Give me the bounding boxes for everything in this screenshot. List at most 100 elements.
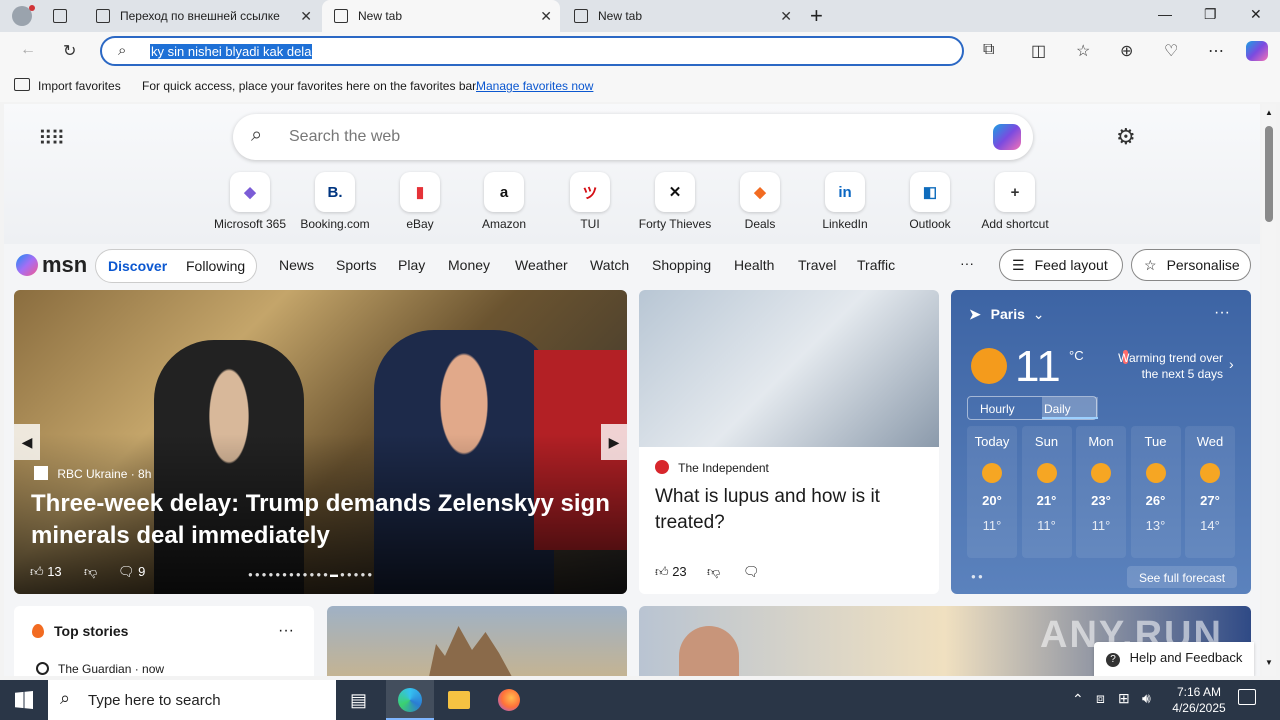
weather-card[interactable]: ➤ Paris ⌄ ··· 11 °C Warming trend over t… <box>951 290 1251 594</box>
forecast-day[interactable]: Tue 26° 13° <box>1130 426 1181 558</box>
forecast-day[interactable]: Today 20° 11° <box>967 426 1017 558</box>
minimize-button[interactable]: — <box>1158 6 1172 22</box>
forecast-day[interactable]: Mon 23° 11° <box>1076 426 1126 558</box>
tray-chevron-icon[interactable]: ⌃ <box>1072 691 1084 708</box>
lupus-headline[interactable]: What is lupus and how is it treated? <box>655 484 925 536</box>
tab-discover[interactable]: Discover <box>108 258 167 274</box>
scroll-down-icon[interactable]: ▼ <box>1265 658 1273 667</box>
wifi-icon[interactable]: ⊞ <box>1118 690 1130 707</box>
hero-headline[interactable]: Three-week delay: Trump demands Zelensky… <box>31 488 611 552</box>
nav-weather[interactable]: Weather <box>515 257 568 273</box>
tab-external-link[interactable]: Переход по внешней ссылке ✕ <box>84 0 320 32</box>
performance-icon[interactable]: ♡ <box>1164 41 1178 61</box>
shortcut-6[interactable]: ◆ Deals <box>718 172 802 231</box>
shortcut-3[interactable]: a Amazon <box>462 172 546 231</box>
msn-logo[interactable]: msn <box>16 252 87 278</box>
address-bar[interactable]: ⌕ ky sin nishei blyadi kak dela <box>100 36 964 66</box>
see-full-forecast-button[interactable]: See full forecast <box>1127 566 1238 588</box>
prev-slide-button[interactable]: ◀ <box>14 424 40 460</box>
feed-layout-button[interactable]: ☰ Feed layout <box>999 249 1123 281</box>
close-window-button[interactable]: ✕ <box>1250 6 1262 23</box>
nav-shopping[interactable]: Shopping <box>652 257 711 273</box>
weather-more-icon[interactable]: ··· <box>1214 304 1230 322</box>
back-arrow-icon[interactable]: ← <box>20 41 36 59</box>
settings-gear-icon[interactable]: ⚙ <box>1116 124 1136 150</box>
top-stories-card[interactable]: Top stories ··· The Guardian · now <box>14 606 314 676</box>
import-favorites-button[interactable]: Import favorites <box>38 79 121 93</box>
close-tab-icon[interactable]: ✕ <box>780 8 792 25</box>
news-card-lupus[interactable]: The Independent What is lupus and how is… <box>639 290 939 594</box>
copilot-search-icon[interactable] <box>993 124 1021 150</box>
edge-taskbar-icon[interactable] <box>386 680 434 720</box>
taskbar-search[interactable]: ⌕ Type here to search <box>48 680 336 720</box>
nav-watch[interactable]: Watch <box>590 257 629 273</box>
taskbar-search-input[interactable]: Type here to search <box>88 692 221 709</box>
web-search-box[interactable]: ⌕ Search the web <box>233 114 1033 160</box>
tab-actions-icon[interactable] <box>53 9 67 23</box>
nav-health[interactable]: Health <box>734 257 774 273</box>
forecast-day[interactable]: Sun 21° 11° <box>1021 426 1072 558</box>
nav-money[interactable]: Money <box>448 257 490 273</box>
nav-sports[interactable]: Sports <box>336 257 376 273</box>
hero-news-card[interactable]: ◀ ▶ RBC Ukraine · 8h Three-week delay: T… <box>14 290 627 594</box>
personalise-button[interactable]: ☆ Personalise <box>1131 249 1251 281</box>
scroll-thumb[interactable] <box>1265 126 1273 222</box>
more-categories-icon[interactable]: ··· <box>960 255 974 271</box>
comments-button[interactable]: 🗨︎ <box>743 564 760 580</box>
news-card-castle[interactable] <box>327 606 627 676</box>
comments-button[interactable]: 🗨︎ 9 <box>118 564 145 580</box>
app-launcher-icon[interactable]: ⠿⠿ <box>38 126 65 151</box>
search-input[interactable]: Search the web <box>289 128 400 146</box>
favorites-star-icon[interactable]: ☆ <box>1076 41 1090 61</box>
shortcut-1[interactable]: B. Booking.com <box>293 172 377 231</box>
scroll-up-icon[interactable]: ▲ <box>1265 108 1273 117</box>
nav-play[interactable]: Play <box>398 257 425 273</box>
tab-new-tab[interactable]: New tab ✕ <box>562 0 800 32</box>
tab-following[interactable]: Following <box>186 258 245 274</box>
shortcut-8[interactable]: ◧ Outlook <box>888 172 972 231</box>
notifications-icon[interactable] <box>1238 689 1256 705</box>
task-view-icon[interactable]: ▤ <box>350 690 367 711</box>
more-options-icon[interactable]: ··· <box>278 622 294 640</box>
new-tab-button[interactable]: + <box>810 3 823 29</box>
collections-icon[interactable]: ⊕ <box>1120 41 1133 61</box>
tab-daily[interactable]: Daily <box>1042 397 1098 419</box>
forecast-day[interactable]: Wed 27° 14° <box>1185 426 1235 558</box>
shortcut-0[interactable]: ◆ Microsoft 365 <box>208 172 292 231</box>
nav-traffic[interactable]: Traffic <box>857 257 895 273</box>
manage-favorites-link[interactable]: Manage favorites now <box>476 79 593 93</box>
network-icon[interactable]: ⧈ <box>1096 690 1105 707</box>
nav-travel[interactable]: Travel <box>798 257 836 273</box>
like-button[interactable]: 👍︎ 13 <box>30 564 62 580</box>
file-explorer-icon[interactable] <box>448 691 470 709</box>
shortcut-9[interactable]: + Add shortcut <box>973 172 1057 231</box>
close-tab-icon[interactable]: ✕ <box>540 8 552 25</box>
next-slide-button[interactable]: ▶ <box>601 424 627 460</box>
like-button[interactable]: 👍︎ 23 <box>655 564 687 580</box>
close-tab-icon[interactable]: ✕ <box>300 8 312 25</box>
shortcut-5[interactable]: ✕ Forty Thieves <box>633 172 717 231</box>
split-screen-icon[interactable]: ◫ <box>1031 41 1046 61</box>
shortcut-7[interactable]: in LinkedIn <box>803 172 887 231</box>
page-dots[interactable]: ● ● <box>971 572 983 581</box>
page-scrollbar[interactable]: ▲ ▼ <box>1262 104 1276 676</box>
more-menu-icon[interactable]: ⋯ <box>1208 41 1224 61</box>
shortcut-4[interactable]: ツ TUI <box>548 172 632 231</box>
tab-new-tab-active[interactable]: New tab ✕ <box>322 0 560 32</box>
volume-icon[interactable]: 🔊︎ <box>1142 690 1151 707</box>
location-selector[interactable]: ➤ Paris ⌄ <box>969 306 1045 323</box>
warming-trend[interactable]: Warming trend over the next 5 days <box>1111 350 1223 382</box>
help-feedback-button[interactable]: ? Help and Feedback <box>1094 642 1255 676</box>
copilot-icon[interactable] <box>1246 41 1268 61</box>
extensions-icon[interactable]: ⧉ <box>983 41 994 59</box>
restore-button[interactable]: ❐ <box>1204 6 1217 23</box>
carousel-dots[interactable]: ●●●●●●●●●●●●▬●●●●● <box>248 570 374 579</box>
tab-hourly[interactable]: Hourly <box>980 402 1015 416</box>
dislike-button[interactable]: 👎︎ <box>707 564 720 580</box>
chevron-right-icon[interactable]: › <box>1229 356 1234 372</box>
clock[interactable]: 7:16 AM 4/26/2025 <box>1166 684 1232 716</box>
firefox-icon[interactable] <box>498 689 520 711</box>
shortcut-2[interactable]: ▮ eBay <box>378 172 462 231</box>
windows-start-icon[interactable] <box>15 691 33 709</box>
address-input[interactable]: ky sin nishei blyadi kak dela <box>150 44 313 59</box>
